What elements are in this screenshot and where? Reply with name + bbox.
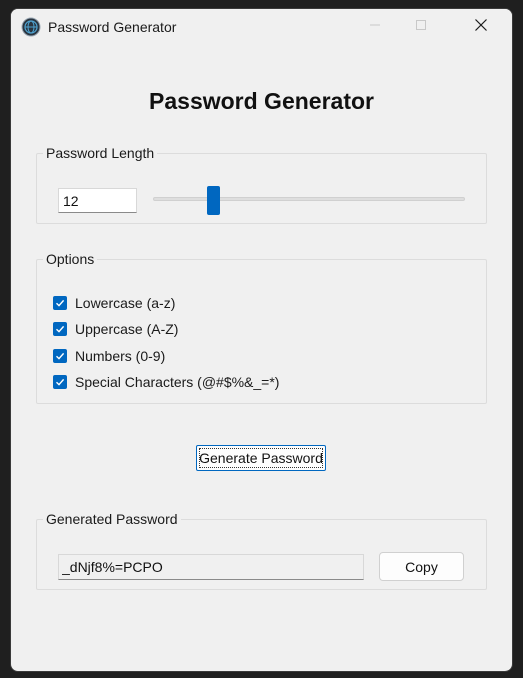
copy-button[interactable]: Copy [379, 552, 464, 581]
close-icon [474, 18, 488, 37]
password-length-group: Password Length [36, 145, 487, 224]
lowercase-label: Lowercase (a-z) [75, 295, 176, 311]
generated-password-legend: Generated Password [46, 511, 178, 527]
app-window: Password Generator Password Generator Pa… [10, 8, 513, 672]
slider-track [153, 197, 465, 201]
numbers-label: Numbers (0-9) [75, 348, 166, 364]
focus-ring [199, 448, 323, 468]
maximize-icon [415, 18, 427, 36]
lowercase-checkbox[interactable] [53, 296, 67, 310]
options-group: Options Lowercase (a-z) Uppercase (A-Z) … [36, 251, 487, 404]
options-legend: Options [46, 251, 95, 267]
uppercase-label: Uppercase (A-Z) [75, 321, 179, 337]
minimize-button[interactable] [352, 9, 398, 45]
uppercase-checkbox[interactable] [53, 322, 67, 336]
checkmark-icon [56, 378, 65, 386]
globe-app-icon [21, 17, 41, 37]
title-bar[interactable]: Password Generator [11, 9, 512, 45]
option-numbers[interactable]: Numbers (0-9) [53, 346, 165, 366]
window-title: Password Generator [48, 19, 177, 35]
option-special-characters[interactable]: Special Characters (@#$%&_=*) [53, 372, 279, 392]
generated-password-group: Generated Password Copy [36, 511, 487, 590]
maximize-button[interactable] [398, 9, 444, 45]
slider-thumb[interactable] [207, 186, 220, 215]
checkmark-icon [56, 352, 65, 360]
minimize-icon [369, 18, 381, 36]
length-input[interactable] [58, 188, 137, 213]
special-characters-label: Special Characters (@#$%&_=*) [75, 374, 280, 390]
close-button[interactable] [458, 9, 504, 45]
option-lowercase[interactable]: Lowercase (a-z) [53, 293, 175, 313]
option-uppercase[interactable]: Uppercase (A-Z) [53, 319, 178, 339]
numbers-checkbox[interactable] [53, 349, 67, 363]
special-characters-checkbox[interactable] [53, 375, 67, 389]
password-length-legend: Password Length [46, 145, 155, 161]
page-title: Password Generator [149, 88, 374, 114]
length-slider[interactable] [153, 183, 465, 215]
checkmark-icon [56, 325, 65, 333]
password-output-field[interactable] [58, 554, 364, 580]
checkmark-icon [56, 299, 65, 307]
generate-password-button[interactable]: Generate Password [196, 445, 326, 471]
